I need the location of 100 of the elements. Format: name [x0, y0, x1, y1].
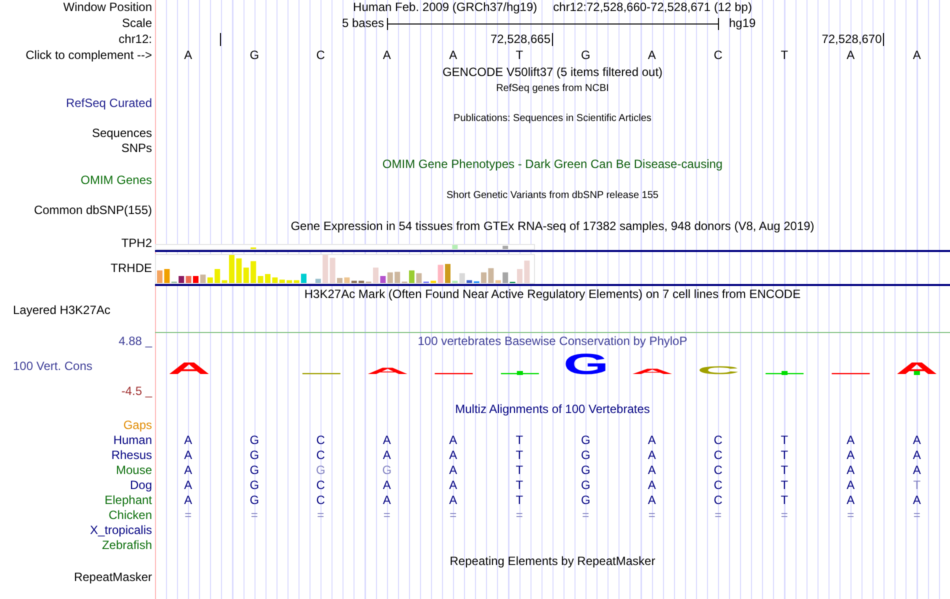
aligned-base: G [382, 464, 392, 478]
scale-span-text: 5 bases [342, 17, 384, 31]
base-letter[interactable]: A [846, 49, 855, 63]
aligned-base: T [780, 478, 788, 492]
aligned-base: T [780, 494, 788, 508]
species-label[interactable]: Rhesus [111, 448, 152, 462]
position-label: 72,528,670 [822, 33, 882, 47]
species-label[interactable]: X_tropicalis [90, 524, 152, 538]
aligned-base: G [250, 448, 260, 462]
aligned-base: A [184, 434, 192, 448]
aligned-base: T [780, 434, 788, 448]
tick-mark [882, 33, 884, 46]
track-label[interactable]: RefSeq Curated [66, 96, 152, 110]
base-letter[interactable]: A [382, 49, 391, 63]
species-label[interactable]: Zebrafish [102, 538, 152, 552]
aligned-base: = [450, 508, 457, 522]
track-label[interactable]: Sequences [92, 126, 152, 140]
base-letter[interactable]: T [780, 49, 788, 63]
aligned-base: T [516, 464, 524, 478]
aligned-base: = [847, 508, 854, 522]
aligned-base: = [516, 508, 523, 522]
base-letter[interactable]: T [516, 49, 524, 63]
base-letter[interactable]: C [714, 49, 722, 63]
aligned-base: = [648, 508, 656, 522]
track-label[interactable]: TRHDE [110, 262, 152, 276]
row-label: chr12: [118, 33, 152, 47]
aligned-base: T [516, 434, 524, 448]
aligned-base: C [316, 494, 325, 508]
aligned-base: = [383, 508, 390, 522]
aligned-base: C [316, 434, 325, 448]
base-letter[interactable]: A [449, 49, 458, 63]
aligned-base: = [184, 508, 192, 522]
track-label[interactable]: Common dbSNP(155) [34, 204, 152, 218]
base-letter[interactable]: A [912, 49, 921, 63]
aligned-base: A [449, 448, 458, 462]
track-title: Multiz Alignments of 100 Vertebrates [455, 402, 650, 416]
aligned-base: A [382, 494, 391, 508]
species-label[interactable]: Mouse [116, 464, 152, 478]
aligned-base: T [516, 478, 524, 492]
aligned-base: = [582, 508, 590, 522]
logo-letter: A [895, 359, 938, 378]
aligned-base: A [382, 478, 391, 492]
aligned-base: G [250, 478, 260, 492]
complement-link[interactable]: Click to complement --> [26, 49, 152, 63]
track-title: H3K27Ac Mark (Often Found Near Active Regulatory Elements) on 7 cell lines from ENCODE [304, 288, 801, 302]
aligned-base: A [184, 494, 192, 508]
aligned-base: A [846, 494, 855, 508]
aligned-base: A [912, 494, 921, 508]
base-letter[interactable]: A [184, 49, 192, 63]
track-title: Repeating Elements by RepeatMasker [450, 554, 656, 568]
aligned-base: A [648, 448, 656, 462]
aligned-base: A [846, 478, 855, 492]
logo-letter: G [562, 348, 608, 379]
aligned-base: A [382, 448, 391, 462]
assembly-title: Human Feb. 2009 (GRCh37/hg19) [353, 1, 538, 15]
position-label: 72,528,665 [490, 33, 550, 47]
row-label: Window Position [63, 1, 152, 15]
aligned-base: = [317, 508, 324, 522]
aligned-base: A [648, 464, 656, 478]
species-label[interactable]: Human [113, 434, 152, 448]
track-label[interactable]: Layered H3K27Ac [13, 304, 110, 318]
axis-min-label: -4.5 _ [120, 385, 152, 399]
aligned-base: A [449, 464, 458, 478]
aligned-base: T [516, 494, 524, 508]
species-label[interactable]: Chicken [108, 508, 152, 522]
aligned-base: = [250, 508, 258, 522]
base-letter[interactable]: G [250, 49, 260, 63]
aligned-base: G [580, 448, 590, 462]
base-letter[interactable]: A [648, 49, 656, 63]
aligned-base: G [580, 494, 590, 508]
species-label[interactable]: Dog [130, 478, 152, 492]
track-label[interactable]: RepeatMasker [74, 570, 152, 584]
track-label[interactable]: OMIM Genes [80, 174, 152, 188]
aligned-base: A [184, 478, 192, 492]
aligned-base: G [316, 464, 326, 478]
aligned-base: C [316, 478, 325, 492]
aligned-base: C [316, 448, 325, 462]
aligned-base: G [250, 494, 260, 508]
position-text: chr12:72,528,660-72,528,671 (12 bp) [553, 1, 752, 15]
track-label[interactable]: 100 Vert. Cons [0, 360, 152, 374]
species-label[interactable]: Elephant [104, 494, 152, 508]
base-letter[interactable]: C [316, 49, 325, 63]
aligned-base: T [780, 464, 788, 478]
track-subtitle: RefSeq genes from NCBI [496, 82, 609, 94]
aligned-base: C [714, 464, 722, 478]
track-label[interactable]: SNPs [121, 142, 152, 156]
aligned-base: G [580, 478, 590, 492]
track-label[interactable]: TPH2 [121, 236, 152, 250]
track-title: 100 vertebrates Basewise Conservation by PhyloP [418, 335, 688, 349]
aligned-base: A [846, 448, 855, 462]
aligned-base: T [913, 478, 921, 492]
aligned-base: = [714, 508, 722, 522]
logo-letter: C [696, 364, 740, 376]
aligned-base: A [846, 464, 855, 478]
row-label: Scale [122, 17, 152, 31]
aligned-base: G [250, 434, 260, 448]
track-subtitle: Publications: Sequences in Scientific Articles [454, 112, 652, 124]
aligned-base: = [913, 508, 920, 522]
tick-mark [220, 33, 222, 46]
base-letter[interactable]: G [580, 49, 590, 63]
